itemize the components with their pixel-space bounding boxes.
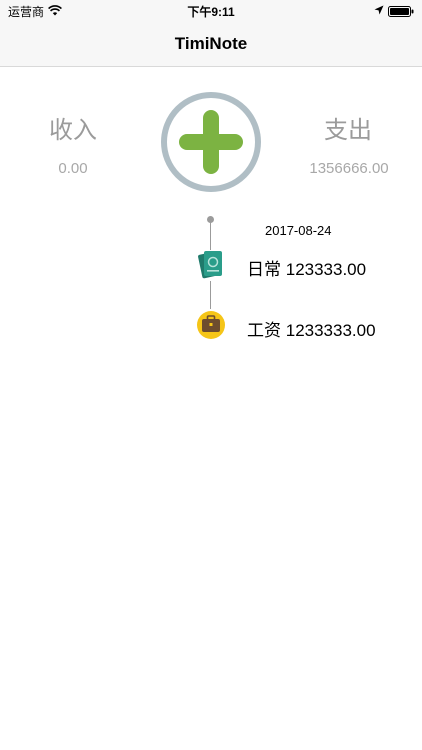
record-amount: 1233333.00 bbox=[285, 321, 376, 340]
record-row-salary[interactable]: 工资 1233333.00 bbox=[190, 309, 410, 343]
navigation-bar: TimiNote bbox=[0, 22, 422, 67]
income-label: 收入 bbox=[49, 117, 97, 144]
record-category: 工资 bbox=[247, 321, 281, 340]
salary-briefcase-icon bbox=[197, 311, 225, 339]
location-arrow-icon bbox=[374, 5, 384, 15]
record-row-daily[interactable]: 日常 123333.00 bbox=[190, 248, 410, 282]
timeline-date: 2017-08-24 bbox=[265, 223, 332, 238]
record-text-salary: 工资 1233333.00 bbox=[247, 316, 376, 341]
status-bar: 运营商 下午9:11 bbox=[0, 0, 422, 22]
record-category: 日常 bbox=[247, 260, 281, 279]
timeline-line bbox=[210, 281, 211, 309]
page-title: TimiNote bbox=[174, 34, 248, 53]
record-amount: 123333.00 bbox=[285, 260, 367, 279]
income-total: 0.00 bbox=[58, 160, 88, 177]
daily-wallet-icon bbox=[198, 251, 222, 279]
status-time: 下午9:11 bbox=[187, 5, 235, 19]
battery-icon bbox=[388, 6, 414, 17]
timeline-line bbox=[210, 222, 211, 250]
record-text-daily: 日常 123333.00 bbox=[247, 255, 366, 280]
expense-label: 支出 bbox=[324, 117, 372, 144]
expense-total: 1356666.00 bbox=[309, 160, 389, 177]
add-record-button[interactable] bbox=[160, 91, 262, 193]
